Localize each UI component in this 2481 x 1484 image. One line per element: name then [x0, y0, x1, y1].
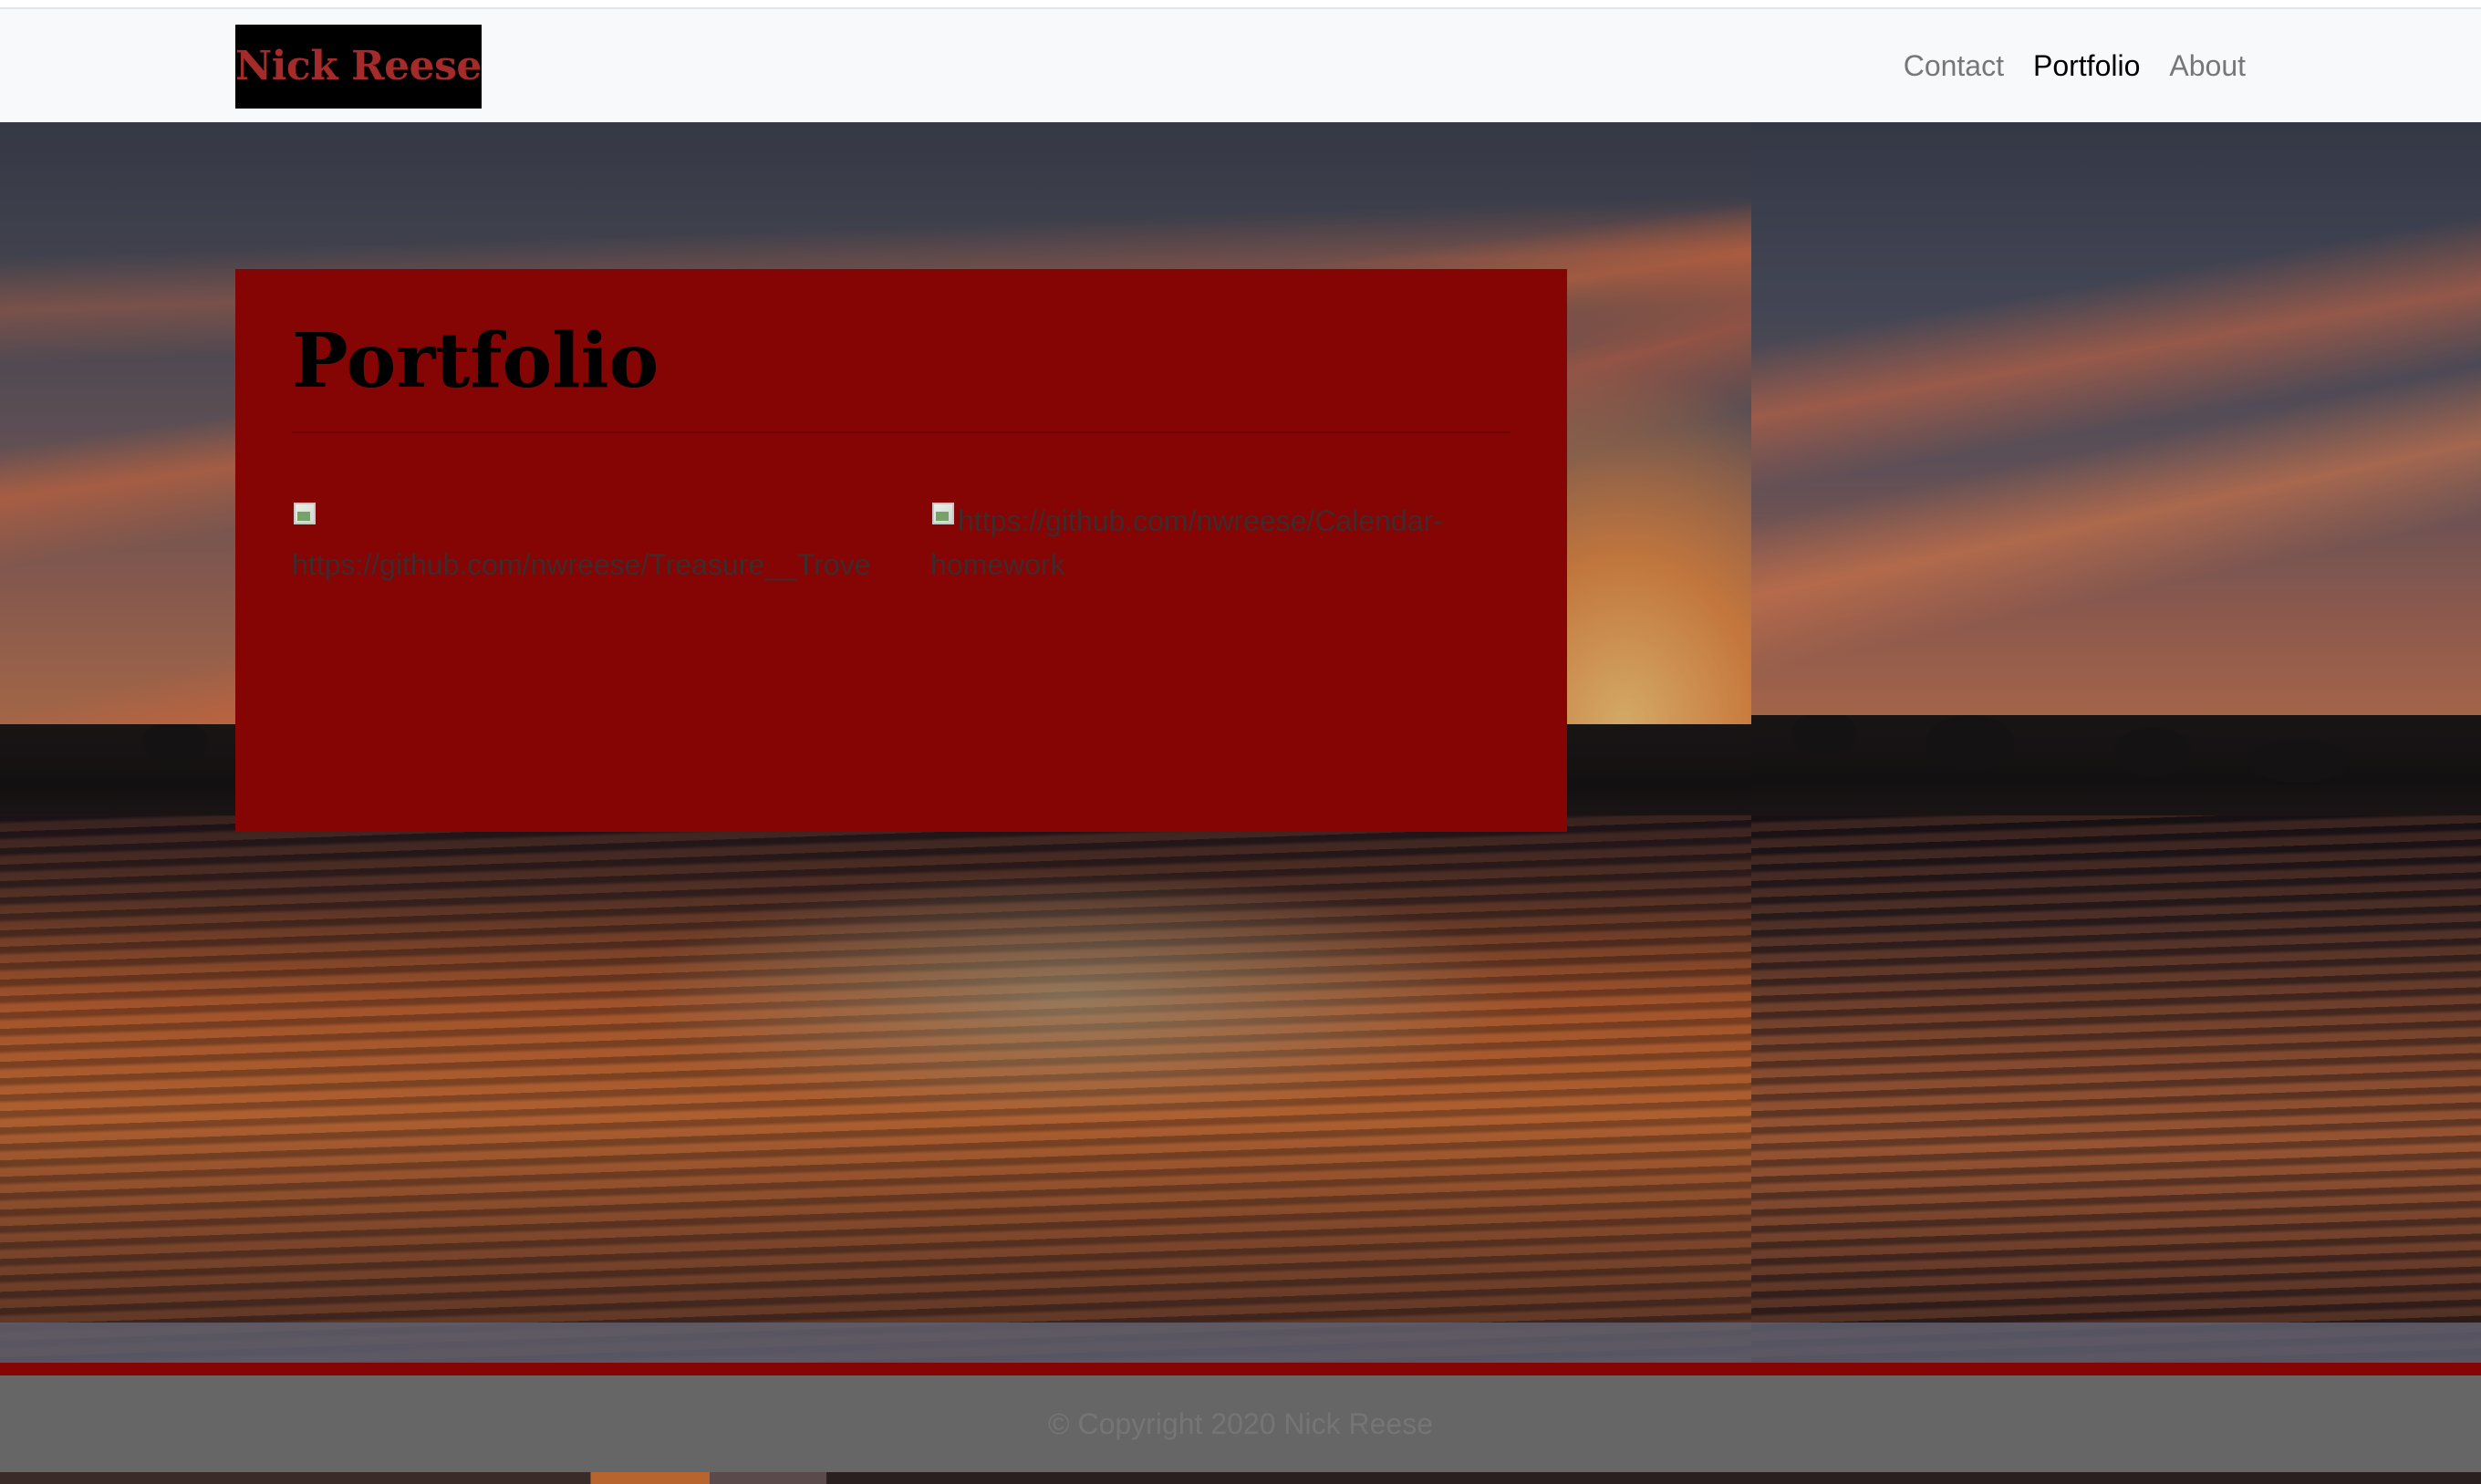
project-image-alt: https://github.com/nwreese/Calendar-home…: [930, 504, 1443, 581]
page-title: Portfolio: [292, 317, 659, 405]
broken-image-icon: [292, 501, 319, 528]
navbar: Nick Reese Contact Portfolio About: [0, 9, 2481, 122]
footer: © Copyright 2020 Nick Reese: [0, 1375, 2481, 1472]
page-bottom-edge: [0, 1472, 2481, 1484]
project-calendar-homework[interactable]: https://github.com/nwreese/Calendar-home…: [930, 499, 1505, 586]
nav-link-portfolio[interactable]: Portfolio: [2033, 49, 2140, 83]
nav-link-contact[interactable]: Contact: [1904, 49, 2004, 83]
portfolio-panel: Portfolio https://github.com/nwreese/Tre…: [235, 269, 1567, 832]
brand-logo[interactable]: Nick Reese: [235, 25, 482, 109]
footer-divider: [0, 1363, 2481, 1375]
background-image-right: [1751, 122, 2481, 1363]
copyright-text: © Copyright 2020 Nick Reese: [1048, 1407, 1433, 1440]
nav-link-about[interactable]: About: [2169, 49, 2246, 83]
nav-links: Contact Portfolio About: [1904, 9, 2246, 122]
broken-image-icon: [930, 501, 958, 528]
project-treasure-trove[interactable]: https://github.com/nwreese/Treasure__Tro…: [292, 499, 871, 586]
project-list: https://github.com/nwreese/Treasure__Tro…: [292, 499, 1510, 586]
top-border: [0, 0, 2481, 9]
title-divider: [292, 431, 1510, 433]
background-lower-strip: [0, 1323, 2481, 1363]
project-image-alt: https://github.com/nwreese/Treasure__Tro…: [292, 548, 871, 581]
